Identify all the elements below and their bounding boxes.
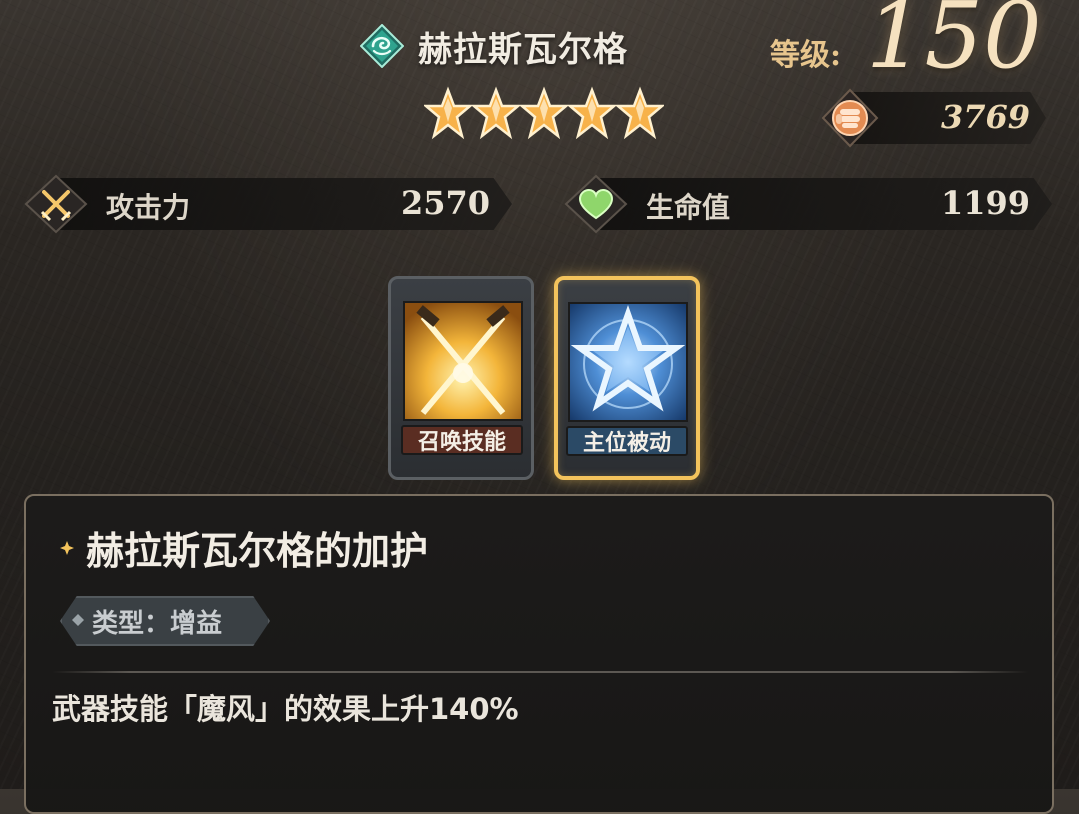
skill-type-text: 类型：增益 [92,608,223,639]
star-icon [472,86,520,140]
star-icon [616,86,664,140]
skill-type-tag: 类型：增益 [60,596,270,646]
skill-title-row: 赫拉斯瓦尔格的加护 [60,520,428,575]
fist-icon [820,88,880,148]
stat-attack: 攻击力 2570 [22,172,512,236]
stat-value: 2570 [400,184,490,222]
power-bar: 3769 [820,88,1052,148]
skill-tag: 召唤技能 [401,425,523,455]
heart-icon [562,174,630,234]
star-icon [520,86,568,140]
crossed-swords-skill-icon [403,301,523,421]
crossed-swords-icon [22,174,90,234]
star-icon [568,86,616,140]
stat-value: 1199 [940,184,1030,222]
stat-hp: 生命值 1199 [562,172,1052,236]
skill-card-summon[interactable]: 召唤技能 [388,276,534,480]
skill-detail-panel: 赫拉斯瓦尔格的加护 类型：增益 武器技能「魔风」的效果上升140% [24,494,1054,814]
skill-title: 赫拉斯瓦尔格的加护 [86,529,429,573]
stat-label: 生命值 [646,191,731,224]
star-skill-icon [568,302,688,422]
stat-label: 攻击力 [106,191,191,224]
star-rating [424,84,664,144]
wind-element-icon [359,23,405,69]
level-label: 等级: [770,38,842,73]
hero-name-row: 赫拉斯瓦尔格 [359,18,628,74]
divider [52,671,1028,673]
level-value: 150 [866,0,1042,89]
hero-name: 赫拉斯瓦尔格 [418,29,628,70]
diamond-icon [72,614,84,626]
power-value: 3769 [940,98,1030,136]
skill-card-passive[interactable]: 主位被动 [554,276,700,480]
sparkle-icon [60,540,74,555]
star-icon [424,86,472,140]
skill-tag: 主位被动 [566,426,688,456]
skill-description: 武器技能「魔风」的效果上升140% [52,692,519,726]
